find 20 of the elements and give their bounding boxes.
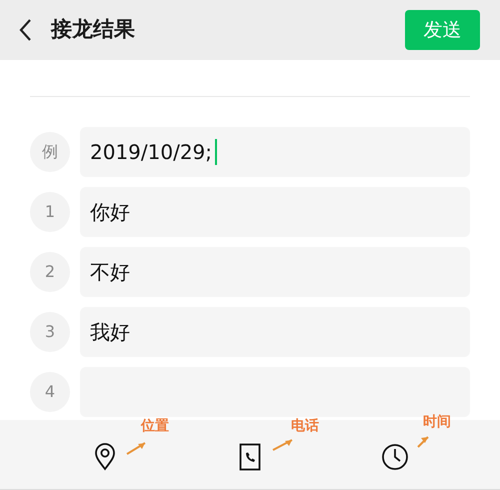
- annotation-arrow: [417, 436, 429, 448]
- annotation-arrow: [126, 442, 146, 455]
- row-marker: 例: [30, 132, 70, 172]
- row-marker: 1: [30, 192, 70, 232]
- entry-field[interactable]: 你好: [80, 187, 470, 237]
- annotation-arrow: [272, 439, 292, 451]
- row-marker: 4: [30, 372, 70, 412]
- row-marker: 2: [30, 252, 70, 292]
- location-pin-icon[interactable]: [94, 443, 116, 471]
- back-icon[interactable]: [18, 18, 32, 42]
- row-marker: 3: [30, 312, 70, 352]
- clock-icon[interactable]: [381, 443, 409, 471]
- annotation-label: 位置: [141, 419, 169, 433]
- page-title: 接龙结果: [51, 16, 135, 44]
- entry-field[interactable]: 我好: [80, 307, 470, 357]
- annotation-label: 电话: [291, 419, 319, 433]
- entry-field[interactable]: 不好: [80, 247, 470, 297]
- annotation-label: 时间: [423, 415, 451, 429]
- entry-field[interactable]: 2019/10/29;: [80, 127, 470, 177]
- phone-icon[interactable]: [239, 443, 261, 471]
